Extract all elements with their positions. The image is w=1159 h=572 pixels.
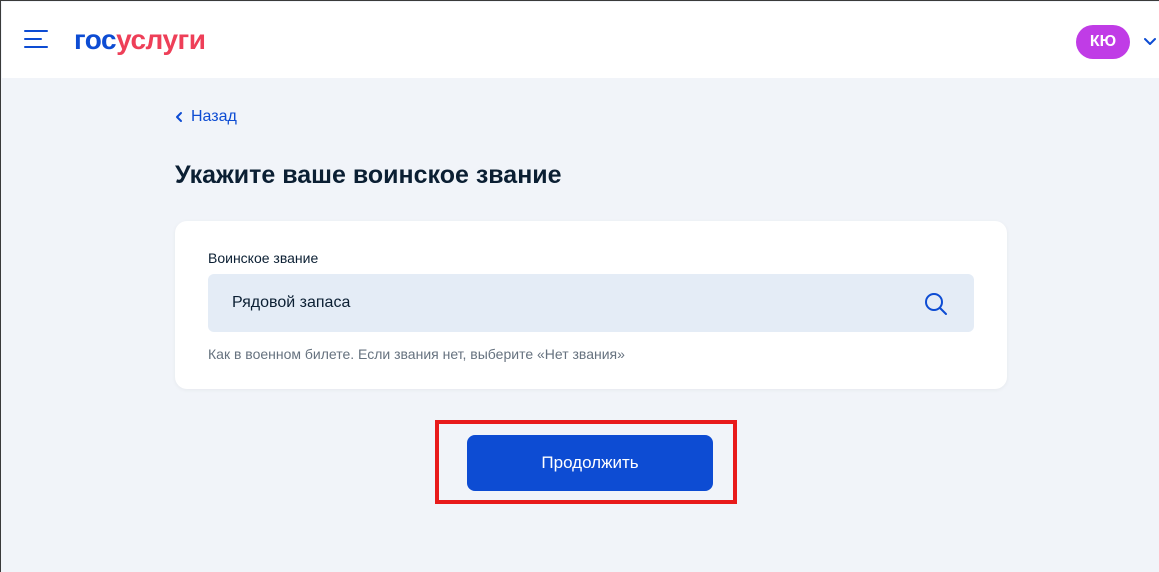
hamburger-icon[interactable]: [24, 30, 50, 50]
form-card: Воинское звание Рядовой запаса Как в вое…: [175, 221, 1007, 389]
search-icon[interactable]: [923, 291, 949, 317]
page-frame: госуслуги КЮ Назад Укажите ваше воинское…: [0, 0, 1159, 572]
field-value: Рядовой запаса: [232, 294, 351, 311]
top-header: госуслуги КЮ: [2, 2, 1159, 78]
logo-part-gos: гос: [74, 24, 117, 55]
back-link[interactable]: Назад: [175, 108, 237, 126]
gosuslugi-logo[interactable]: госуслуги: [74, 24, 206, 56]
military-rank-input[interactable]: Рядовой запаса: [208, 274, 974, 332]
logo-part-uslugi: услуги: [116, 24, 206, 55]
avatar-initials: КЮ: [1089, 33, 1117, 50]
back-label: Назад: [191, 108, 237, 125]
chevron-left-icon: [176, 112, 182, 122]
field-hint: Как в военном билете. Если звания нет, в…: [208, 346, 625, 362]
field-label: Воинское звание: [208, 250, 319, 266]
user-avatar[interactable]: КЮ: [1076, 25, 1130, 59]
page-title: Укажите ваше воинское звание: [175, 161, 562, 189]
continue-button[interactable]: Продолжить: [467, 435, 713, 491]
chevron-down-icon[interactable]: [1144, 36, 1156, 46]
